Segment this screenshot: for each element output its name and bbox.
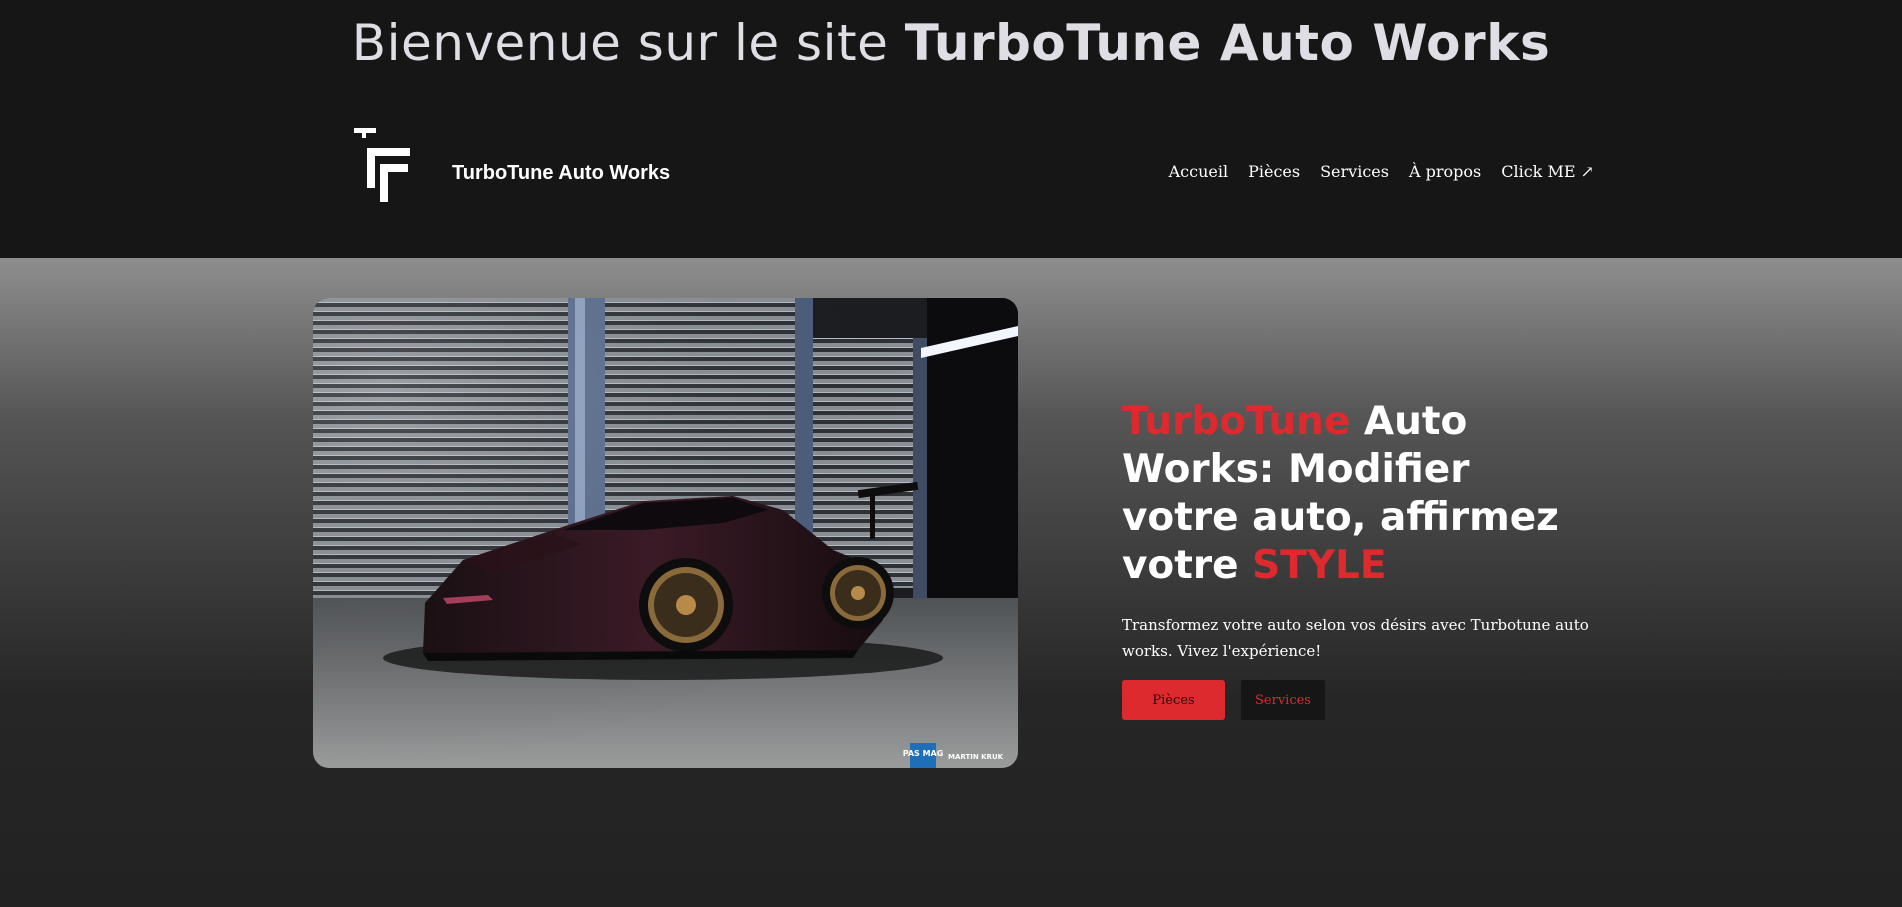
- hero-car-image: PAS MAG MARTIN KRUK: [313, 298, 1018, 768]
- headline-style-red: STYLE: [1252, 543, 1387, 588]
- nav-pieces[interactable]: Pièces: [1248, 162, 1300, 181]
- pieces-button[interactable]: Pièces: [1122, 680, 1225, 720]
- tt-monogram-logo-icon[interactable]: [354, 128, 410, 202]
- nav-a-propos[interactable]: À propos: [1409, 162, 1481, 181]
- site-header: TurboTune Auto Works Accueil Pièces Serv…: [0, 90, 1902, 258]
- brand-name[interactable]: TurboTune Auto Works: [452, 162, 670, 185]
- welcome-brand: TurboTune Auto Works: [904, 14, 1551, 72]
- watermark-pasmag: PAS MAG: [903, 749, 944, 758]
- nav-click-me[interactable]: Click ME ↗: [1501, 162, 1594, 181]
- hero-section: PAS MAG MARTIN KRUK TurboTune Auto Works…: [0, 258, 1902, 907]
- main-nav: Accueil Pièces Services À propos Click M…: [1169, 162, 1594, 181]
- welcome-prefix: Bienvenue sur le site: [351, 14, 905, 72]
- hero-buttons: Pièces Services: [1122, 680, 1592, 720]
- services-button[interactable]: Services: [1241, 680, 1325, 720]
- page: Bienvenue sur le site TurboTune Auto Wor…: [0, 0, 1902, 907]
- hero-text: TurboTune Auto Works: Modifier votre aut…: [1122, 398, 1592, 720]
- hero-tagline: Transformez votre auto selon vos désirs …: [1122, 616, 1589, 660]
- hero-headline: TurboTune Auto Works: Modifier votre aut…: [1122, 398, 1592, 590]
- nav-accueil[interactable]: Accueil: [1169, 162, 1228, 181]
- welcome-banner: Bienvenue sur le site TurboTune Auto Wor…: [0, 0, 1902, 90]
- watermark-photographer: MARTIN KRUK: [948, 753, 1004, 761]
- nav-services[interactable]: Services: [1320, 162, 1389, 181]
- headline-brand-red: TurboTune: [1122, 399, 1351, 444]
